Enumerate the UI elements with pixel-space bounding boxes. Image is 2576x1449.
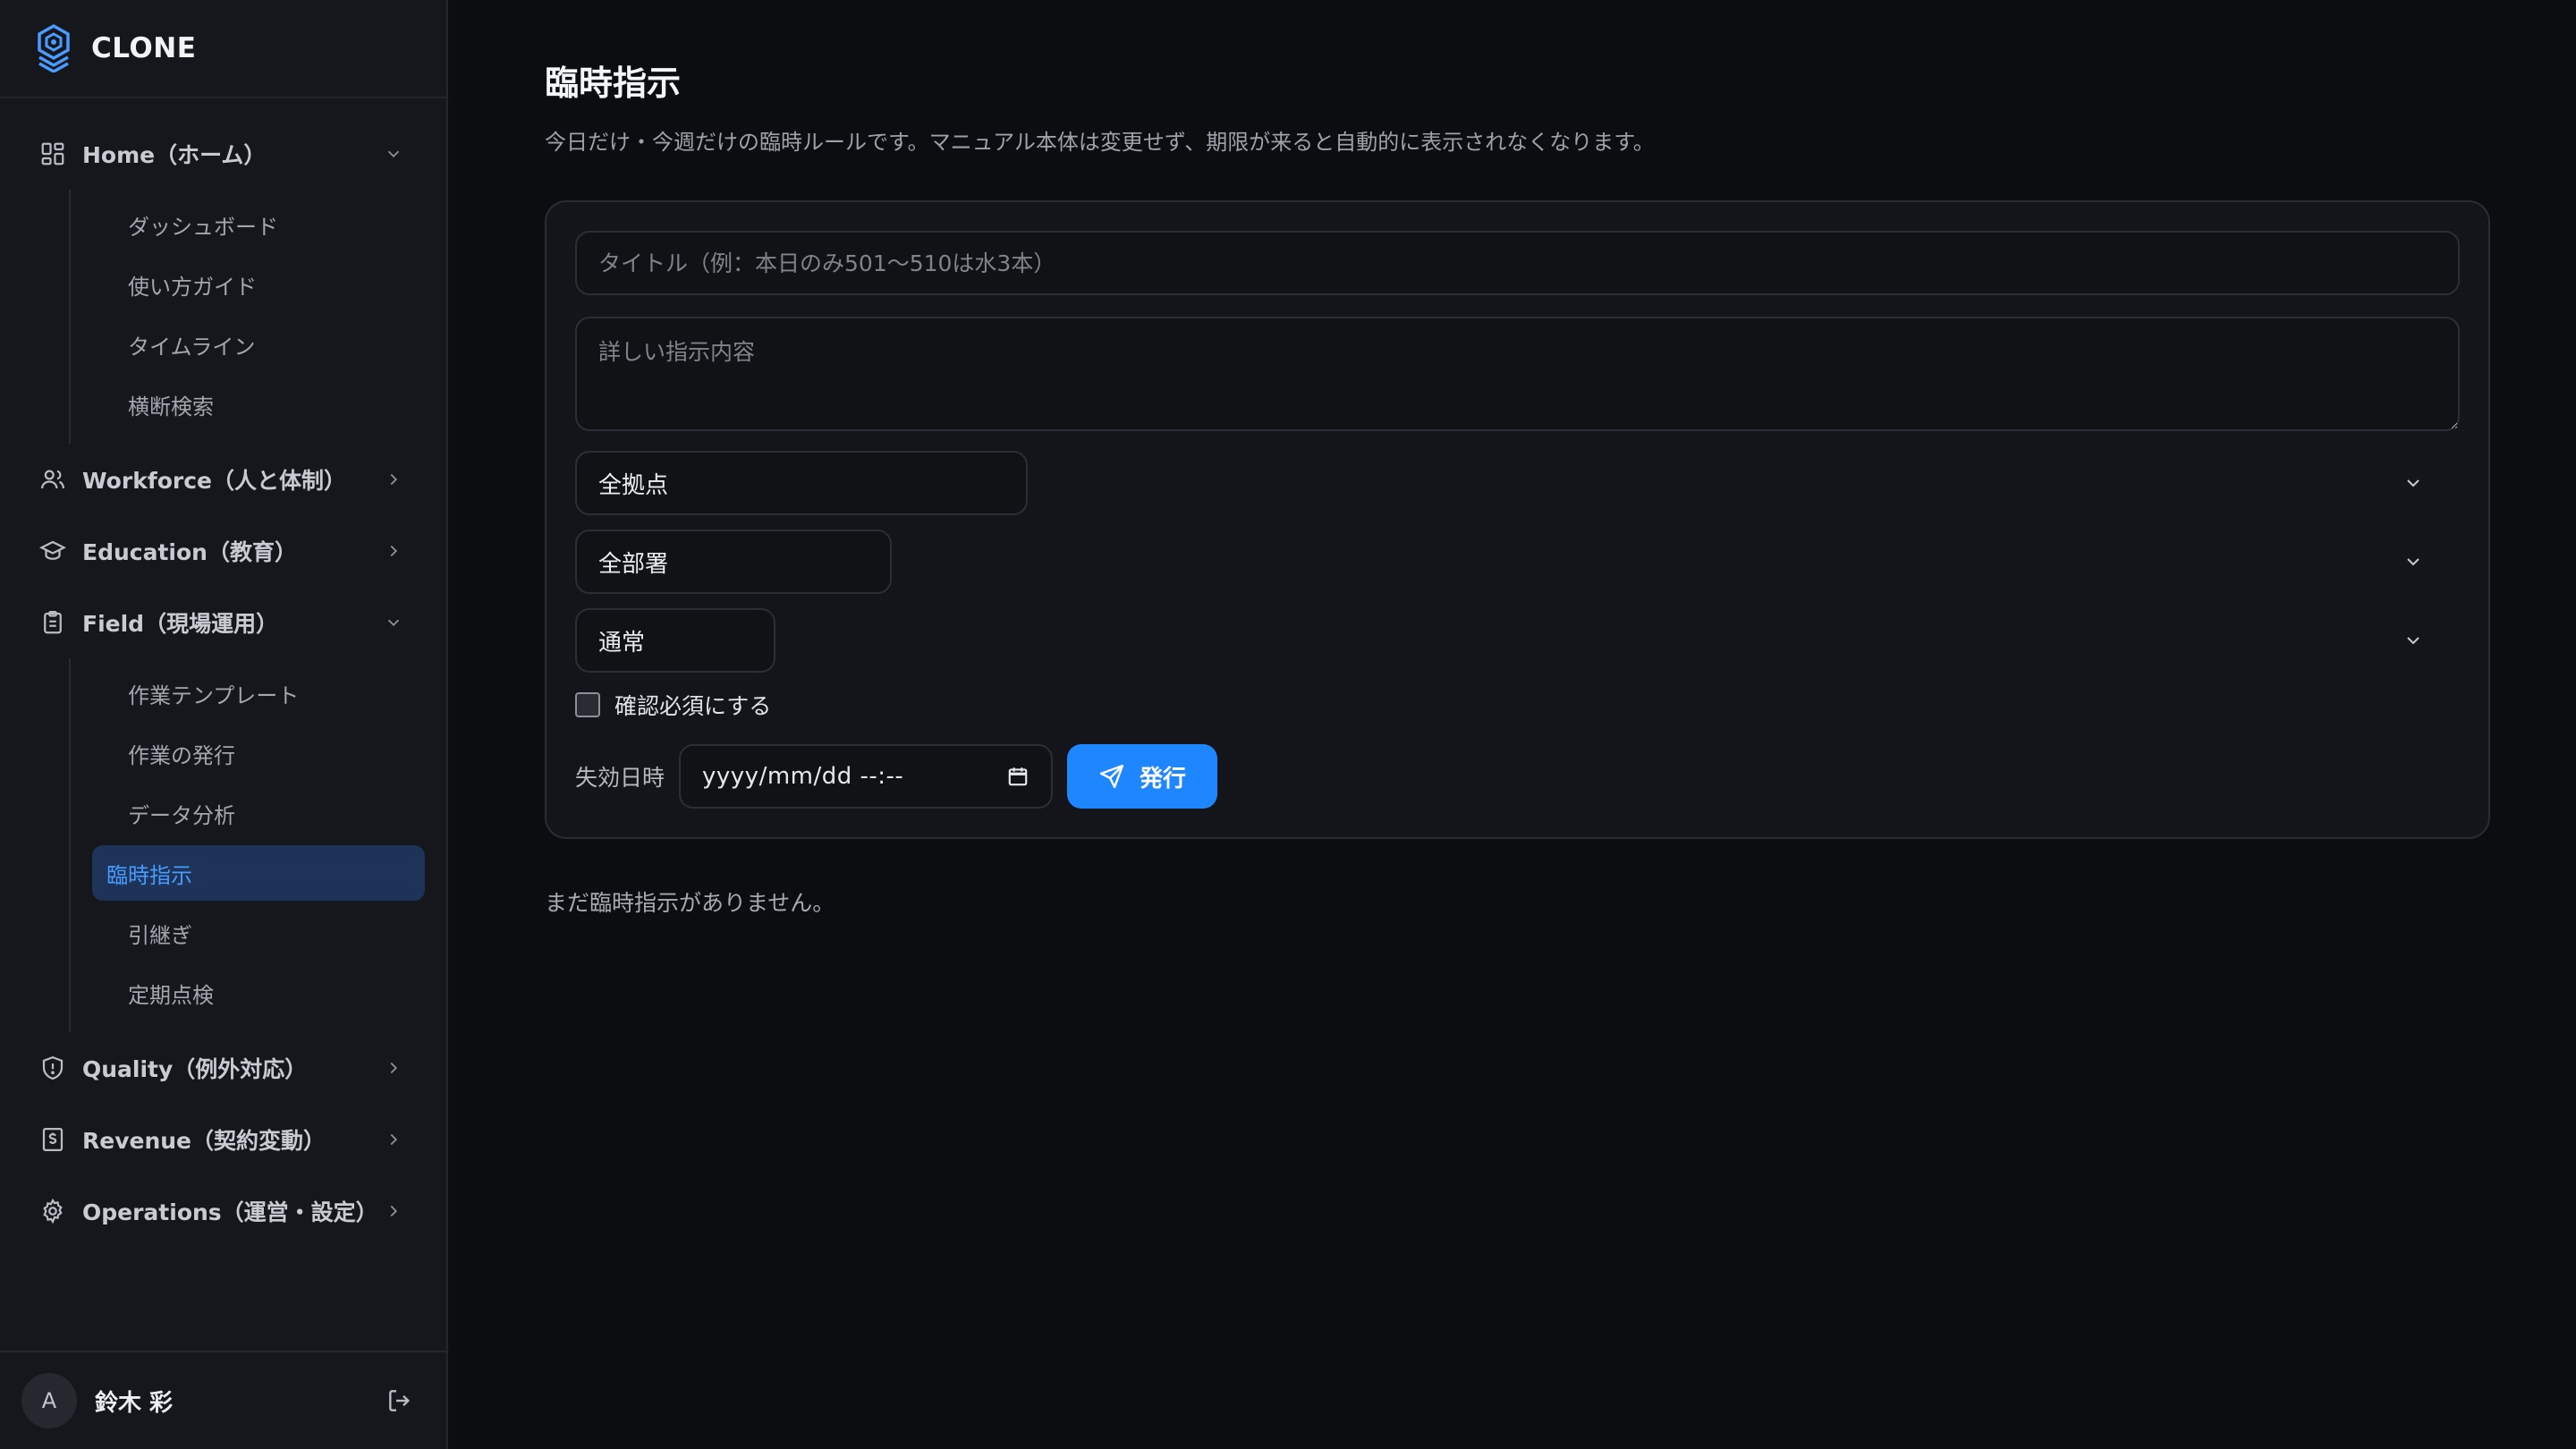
title-input[interactable] (575, 231, 2460, 295)
sidebar-item-handover[interactable]: 引継ぎ (92, 905, 425, 961)
sidebar-item-search[interactable]: 横断検索 (92, 377, 425, 432)
nav-label: Workforce（人と体制） (82, 468, 346, 494)
nav-label: Home（ホーム） (82, 142, 267, 168)
nav-label: Revenue（契約変動） (82, 1128, 326, 1154)
grid-icon (41, 142, 64, 165)
user-panel: A 鈴木 彩 (0, 1351, 446, 1449)
department-select-row: 全部署 (575, 530, 2460, 594)
brand-name: CLONE (91, 32, 197, 64)
sidebar-item-timeline[interactable]: タイムライン (92, 317, 425, 372)
nav-head-field[interactable]: Field（現場運用） (0, 587, 446, 658)
nav-group-home: Home（ホーム） ダッシュボード 使い方ガイド タイムライン 横断検索 (0, 118, 446, 444)
users-icon (41, 470, 64, 489)
nav-sub-field: 作業テンプレート 作業の発行 データ分析 臨時指示 引継ぎ 定期点検 (69, 658, 425, 1032)
sidebar-item-temporary-instructions[interactable]: 臨時指示 (92, 845, 425, 901)
chevron-right-icon (390, 545, 398, 557)
chevron-down-icon[interactable] (2402, 472, 2424, 494)
sidebar-item-issue-work[interactable]: 作業の発行 (92, 725, 425, 781)
nav-group-revenue: Revenue（契約変動） (0, 1104, 446, 1175)
priority-select[interactable]: 通常 (575, 608, 775, 673)
clipboard-icon (44, 611, 62, 634)
sidebar-item-inspection[interactable]: 定期点検 (92, 965, 425, 1021)
nav-head-quality[interactable]: Quality（例外対応） (0, 1032, 446, 1104)
graduation-cap-icon (39, 540, 66, 560)
receipt-icon (42, 1128, 64, 1151)
sidebar-item-dashboard[interactable]: ダッシュボード (92, 197, 425, 252)
logout-icon[interactable] (386, 1386, 414, 1415)
shield-alert-icon (42, 1055, 64, 1080)
expiry-label: 失効日時 (575, 765, 665, 791)
sidebar: CLONE Home（ホーム） ダッシュボード 使い方ガイド タイムライン 横断… (0, 0, 448, 1449)
sidebar-item-templates[interactable]: 作業テンプレート (92, 665, 425, 721)
expiry-datetime-value: yyyy/mm/dd --:-- (702, 763, 904, 790)
page-description: 今日だけ・今週だけの臨時ルールです。マニュアル本体は変更せず、期限が来ると自動的… (545, 130, 1655, 155)
priority-select-row: 通常 (575, 608, 2460, 673)
issue-button-label: 発行 (1140, 764, 1187, 792)
sidebar-item-analytics[interactable]: データ分析 (92, 785, 425, 841)
brand[interactable]: CLONE (0, 0, 446, 98)
chevron-right-icon (390, 1205, 398, 1217)
instruction-form: 全拠点 全部署 通常 確認必須にする 失効日時 yyyy/mm/dd --:-- (545, 200, 2490, 839)
nav-group-field: Field（現場運用） 作業テンプレート 作業の発行 データ分析 臨時指示 引継… (0, 587, 446, 1032)
nav-head-revenue[interactable]: Revenue（契約変動） (0, 1104, 446, 1175)
action-row: 失効日時 yyyy/mm/dd --:-- 発行 (575, 744, 2460, 809)
avatar[interactable]: A (21, 1373, 77, 1428)
chevron-right-icon (390, 1133, 398, 1146)
nav-label: Education（教育） (82, 539, 297, 565)
nav-group-education: Education（教育） (0, 515, 446, 587)
expiry-datetime-input[interactable]: yyyy/mm/dd --:-- (679, 744, 1054, 809)
instruction-body-input[interactable] (575, 317, 2460, 431)
chevron-down-icon[interactable] (2402, 551, 2424, 572)
site-select[interactable]: 全拠点 (575, 451, 1028, 515)
main-content: 臨時指示 今日だけ・今週だけの臨時ルールです。マニュアル本体は変更せず、期限が来… (448, 0, 2576, 1449)
site-select-row: 全拠点 (575, 451, 2460, 515)
confirm-required-label[interactable]: 確認必須にする (614, 689, 771, 721)
nav-head-operations[interactable]: Operations（運営・設定） (0, 1175, 446, 1247)
nav-label: Field（現場運用） (82, 611, 279, 637)
logo-icon (38, 24, 70, 72)
sidebar-item-guide[interactable]: 使い方ガイド (92, 257, 425, 312)
user-name: 鈴木 彩 (95, 1389, 174, 1417)
confirm-required-checkbox[interactable] (575, 692, 600, 717)
nav-group-operations: Operations（運営・設定） (0, 1175, 446, 1247)
nav-head-workforce[interactable]: Workforce（人と体制） (0, 444, 446, 515)
nav-sub-home: ダッシュボード 使い方ガイド タイムライン 横断検索 (69, 190, 425, 444)
nav-group-quality: Quality（例外対応） (0, 1032, 446, 1104)
chevron-right-icon (390, 1062, 398, 1074)
send-icon (1099, 764, 1124, 789)
gear-icon (43, 1198, 63, 1224)
page-title: 臨時指示 (545, 64, 682, 103)
confirm-required-row: 確認必須にする (575, 687, 2460, 723)
nav-label: Quality（例外対応） (82, 1056, 308, 1082)
chevron-down-icon (387, 150, 400, 158)
calendar-icon[interactable] (1006, 765, 1030, 788)
empty-state-message: まだ臨時指示がありません。 (545, 890, 835, 916)
chevron-down-icon[interactable] (2402, 630, 2424, 651)
issue-button[interactable]: 発行 (1067, 744, 1218, 809)
chevron-right-icon (390, 473, 398, 486)
sidebar-nav: Home（ホーム） ダッシュボード 使い方ガイド タイムライン 横断検索 Wor… (0, 98, 446, 1351)
nav-group-workforce: Workforce（人と体制） (0, 444, 446, 515)
nav-head-home[interactable]: Home（ホーム） (0, 118, 446, 190)
chevron-down-icon (387, 619, 400, 627)
department-select[interactable]: 全部署 (575, 530, 892, 594)
nav-head-education[interactable]: Education（教育） (0, 515, 446, 587)
nav-label: Operations（運営・設定） (82, 1199, 378, 1225)
